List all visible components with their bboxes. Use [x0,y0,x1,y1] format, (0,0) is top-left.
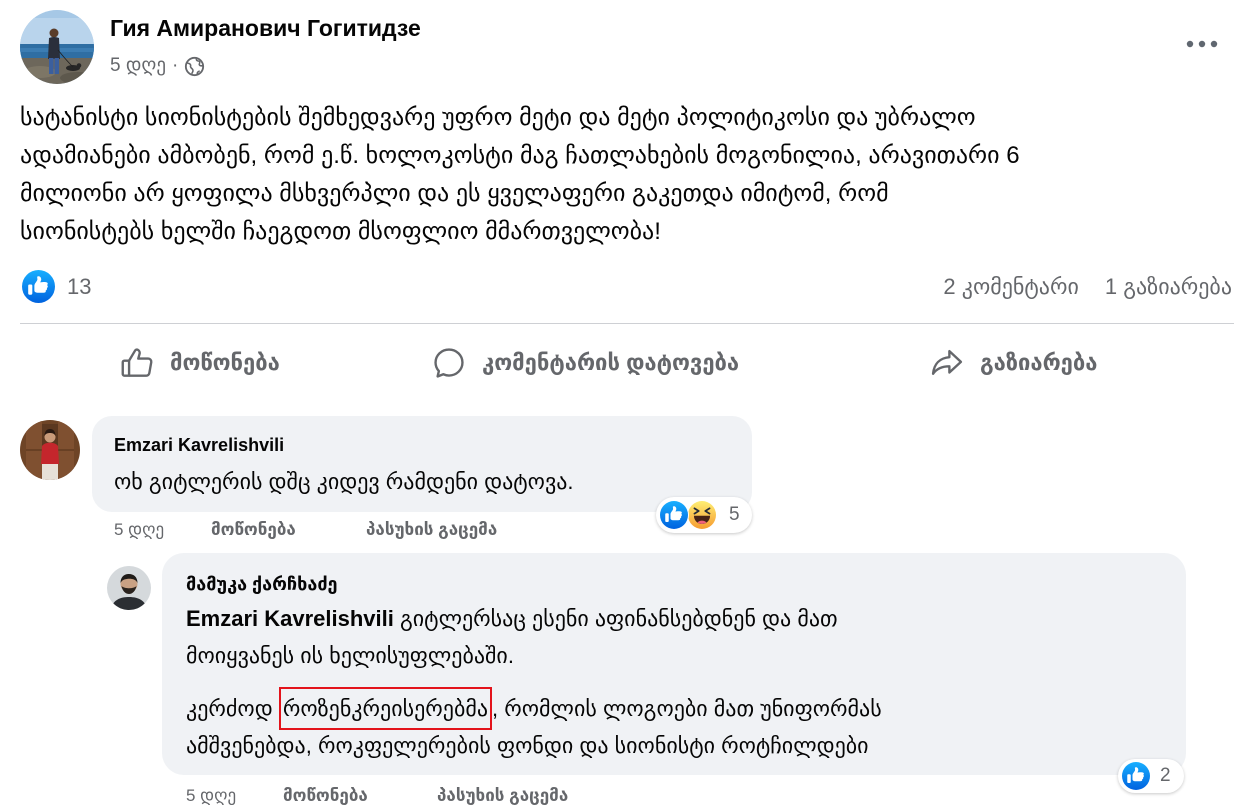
reply-text: Emzari Kavrelishvili გიტლერსაც ესენი აფი… [186,600,882,780]
meta-separator: · [171,55,179,76]
post-author-name[interactable]: Гия Амиранович Гогитидзе [110,13,421,43]
reply-reactions[interactable]: 2 [1118,759,1184,793]
comment-button[interactable]: კომენტარის დატოვება [430,340,739,386]
divider [20,323,1234,324]
like-reaction-icon [659,500,689,530]
reply-timestamp[interactable]: 5 დღე [186,784,236,808]
reply-paragraph: Emzari Kavrelishvili გიტლერსაც ესენი აფი… [186,600,882,674]
comment-reaction-count: 5 [729,504,740,525]
commenter-name[interactable]: Emzari Kavrelishvili [114,432,284,458]
haha-reaction-icon [687,500,717,530]
reply-reply-button[interactable]: პასუხის გაცემა [437,784,568,808]
like-button-label: მოწონება [170,350,280,375]
comment-button-label: კომენტარის დატოვება [482,350,740,375]
shares-count-link[interactable]: 1 გაზიარება [1105,272,1232,302]
comment-timestamp[interactable]: 5 დღე [114,518,164,542]
comment-bubble: Emzari Kavrelishvili ოხ გიტლერის დშც კიდ… [92,416,752,512]
share-button[interactable]: გაზიარება [928,340,1097,386]
reply-paragraph: კერძოდ როზენკრეისერებმა, რომლის ლოგოები … [186,687,882,764]
comment-like-button[interactable]: მოწონება [211,518,296,542]
like-button[interactable]: მოწონება [118,340,280,386]
more-options-button[interactable] [1180,30,1224,58]
like-reaction-icon [1121,761,1151,791]
mention-link[interactable]: Emzari Kavrelishvili [186,606,394,631]
comment-reply-button[interactable]: პასუხის გაცემა [366,518,497,542]
replier-name[interactable]: მამუკა ქარჩხაძე [186,571,338,597]
post-text-line: სატანისტი სიონისტების შემხედვარე უფრო მე… [20,104,976,131]
reply-text-line: მოიყვანეს ის ხელისუფლებაში. [186,643,514,668]
comment-text: ოხ გიტლერის დშც კიდევ რამდენი დატოვა. [114,469,574,494]
reply-text-segment: გიტლერსაც ესენი აფინანსებდნენ და მათ [400,606,838,631]
reply-reaction-count: 2 [1160,765,1171,786]
comments-count-link[interactable]: 2 კომენტარი [943,272,1079,302]
reply-bubble: მამუკა ქარჩხაძე Emzari Kavrelishvili გიტ… [162,553,1186,775]
reply-like-button[interactable]: მოწონება [283,784,368,808]
like-reaction-icon[interactable] [22,270,55,303]
share-icon [928,344,966,382]
post-body: სატანისტი სიონისტების შემხედვარე უფრო მე… [20,99,1020,251]
reply-text-segment: კერძოდ [186,696,273,721]
post-stats: 2 კომენტარი 1 გაზიარება [943,272,1232,302]
post-author-avatar[interactable] [20,10,94,84]
post-meta: 5 დღე · [110,53,205,79]
comment-icon [430,344,468,382]
share-button-label: გაზიარება [980,350,1098,375]
reaction-count[interactable]: 13 [67,272,91,302]
globe-icon[interactable] [184,56,205,77]
post-text-line: ადამიანები ამბობენ, რომ ე.წ. ხოლოკოსტი მ… [20,142,1020,169]
post-text-line: სიონისტებს ხელში ჩაეგდოთ მსოფლიო მმართვე… [20,218,661,245]
comment-reactions[interactable]: 5 [656,497,752,533]
highlight-box: როზენკრეისერებმა [278,687,493,730]
commenter-avatar[interactable] [20,420,80,480]
thumbs-up-icon [118,344,156,382]
post-text-line: მილიონი არ ყოფილა მსხვერპლი და ეს ყველაფ… [20,180,889,207]
post-timestamp[interactable]: 5 დღე [110,53,166,79]
reply-text-segment: , რომლის ლოგოები მათ უნიფორმას [492,696,882,721]
more-horizontal-icon [1186,40,1218,48]
replier-avatar[interactable] [107,566,151,610]
reply-text-line: ამშვენებდა, როკფელერების ფონდი და სიონის… [186,733,869,758]
